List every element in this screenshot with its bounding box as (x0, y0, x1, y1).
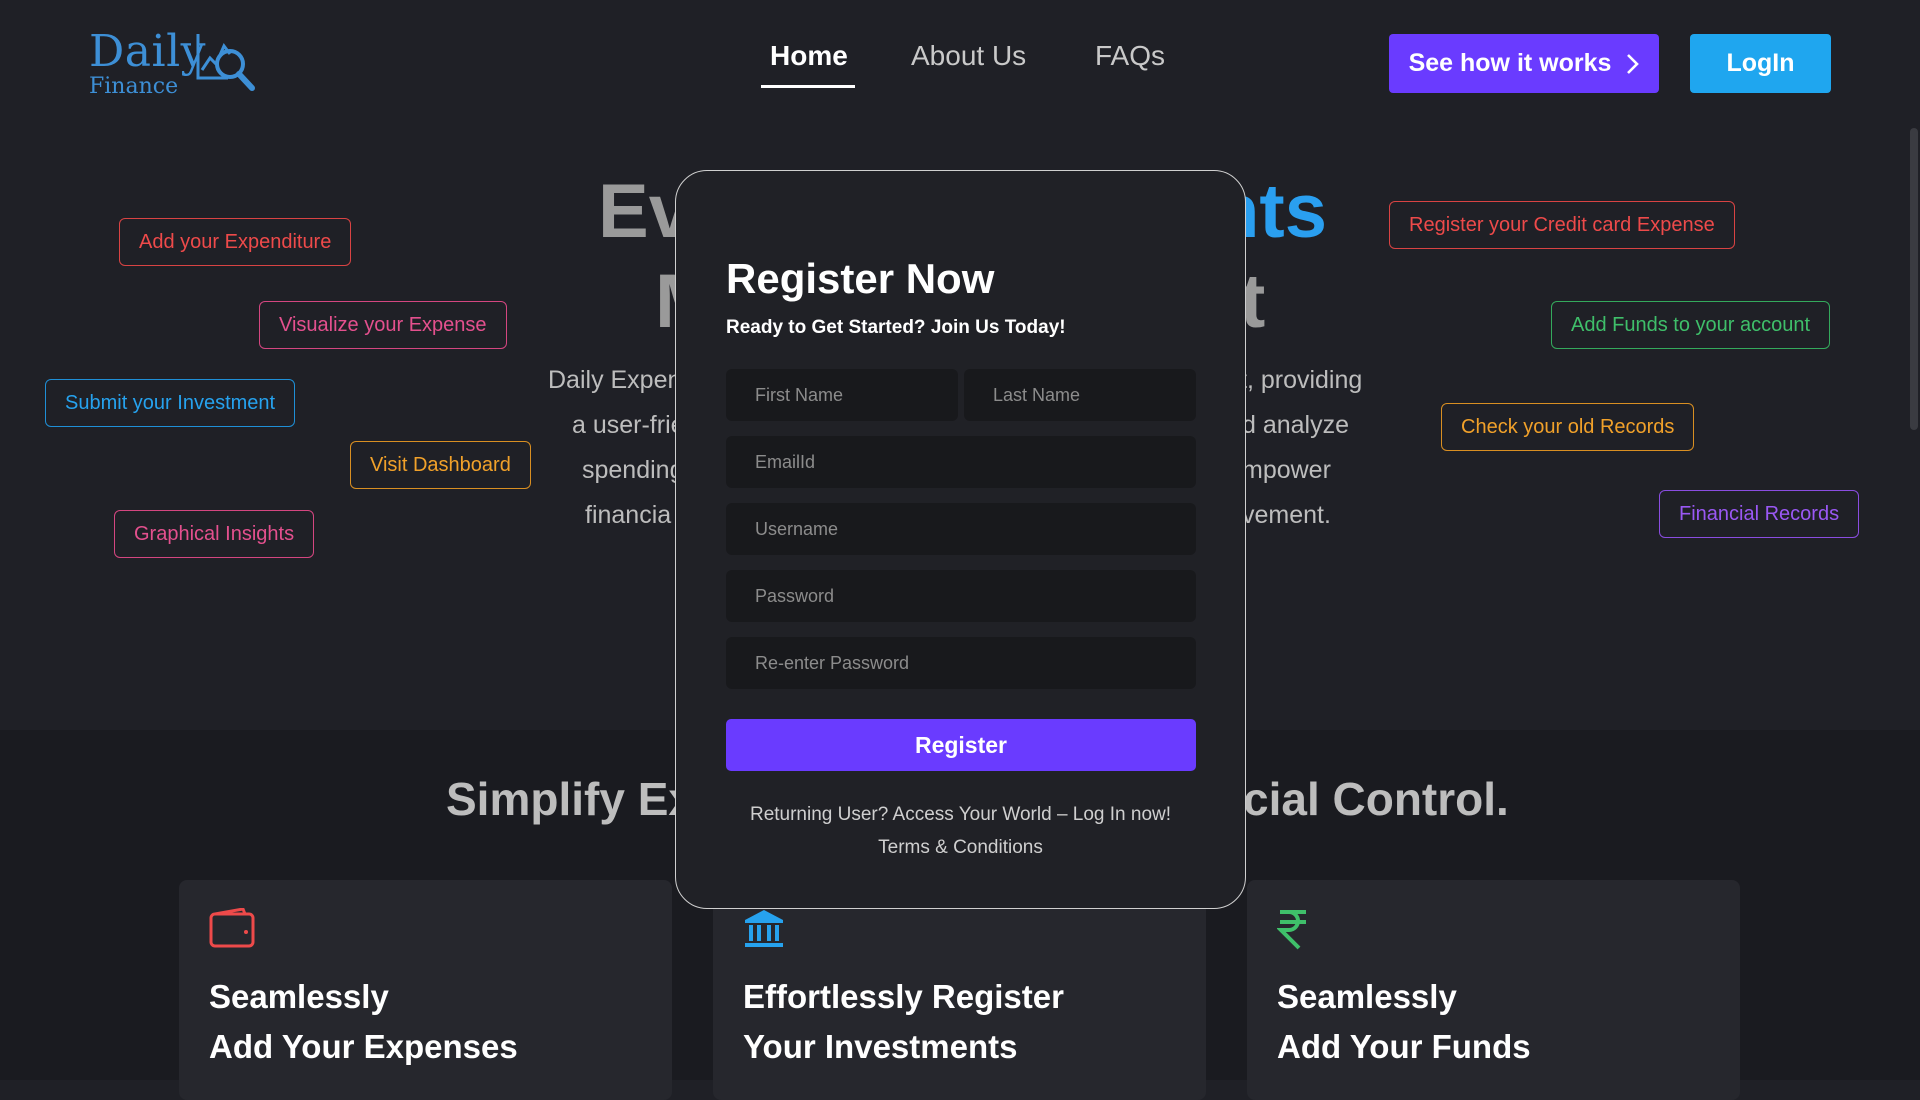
password-input[interactable] (726, 570, 1196, 622)
hero-desc-left-4: financia (585, 501, 672, 529)
reenter-password-input[interactable] (726, 637, 1196, 689)
tag-add-funds[interactable]: Add Funds to your account (1551, 301, 1831, 349)
register-modal-subtitle: Ready to Get Started? Join Us Today! (726, 317, 1066, 338)
register-button[interactable]: Register (726, 719, 1196, 771)
tag-graphical-insights[interactable]: Graphical Insights (114, 510, 315, 558)
brand-logo[interactable]: Daily Finance (88, 24, 278, 104)
brand-sub: Finance (89, 74, 179, 99)
see-how-label: See how it works (1408, 49, 1612, 77)
brand-name: Daily (89, 26, 207, 77)
nav-faqs[interactable]: FAQs (1095, 40, 1165, 72)
nav-about[interactable]: About Us (911, 40, 1026, 72)
nav-active-underline (761, 85, 855, 88)
see-how-it-works-button[interactable]: See how it works (1389, 34, 1659, 93)
wallet-icon (209, 908, 255, 948)
hero-desc-right-2: d analyze (1242, 411, 1350, 439)
tag-financial-records[interactable]: Financial Records (1659, 490, 1860, 538)
hero-desc-left-3: spending (582, 456, 684, 484)
login-link[interactable]: Returning User? Access Your World – Log … (676, 804, 1245, 826)
tag-register-credit-card[interactable]: Register your Credit card Expense (1389, 201, 1735, 249)
feature-card-expenses: Seamlessly Add Your Expenses (179, 880, 672, 1100)
card-expenses-line2: Add Your Expenses (209, 1028, 518, 1065)
card-funds-line1: Seamlessly (1277, 978, 1457, 1015)
hero-desc-right-4: vement. (1242, 501, 1331, 529)
tag-visit-dashboard[interactable]: Visit Dashboard (350, 441, 531, 489)
card-funds-line2: Add Your Funds (1277, 1028, 1531, 1065)
username-input[interactable] (726, 503, 1196, 555)
tag-submit-investment[interactable]: Submit your Investment (45, 379, 296, 427)
hero-desc-left-1: Daily Expen (548, 366, 682, 394)
nav-home[interactable]: Home (770, 40, 848, 72)
features-title-right: cial Control. (1243, 773, 1509, 825)
tag-add-expenditure[interactable]: Add your Expenditure (119, 218, 352, 266)
hero-desc-left-2: a user-frie (572, 411, 685, 439)
login-button[interactable]: LogIn (1690, 34, 1831, 93)
last-name-input[interactable] (964, 369, 1196, 421)
card-investments-line2: Your Investments (743, 1028, 1018, 1065)
hero-desc-right-3: mpower (1242, 456, 1331, 484)
register-modal-title: Register Now (726, 255, 995, 302)
terms-link[interactable]: Terms & Conditions (676, 837, 1245, 859)
tag-check-old-records[interactable]: Check your old Records (1441, 403, 1695, 451)
feature-card-funds: Seamlessly Add Your Funds (1247, 880, 1740, 1100)
feature-card-investments: Effortlessly Register Your Investments (713, 880, 1206, 1100)
first-name-input[interactable] (726, 369, 958, 421)
chevron-right-icon (1627, 53, 1640, 74)
card-expenses-line1: Seamlessly (209, 978, 389, 1015)
hero-desc-right-1: t, providing (1240, 366, 1363, 394)
email-input[interactable] (726, 436, 1196, 488)
page-scrollbar[interactable] (1910, 128, 1918, 430)
chart-magnifier-icon (196, 34, 255, 91)
register-modal: Register Now Ready to Get Started? Join … (675, 170, 1246, 909)
rupee-icon (1277, 910, 1306, 950)
tag-visualize-expense[interactable]: Visualize your Expense (259, 301, 507, 349)
bank-icon (745, 910, 783, 947)
card-investments-line1: Effortlessly Register (743, 978, 1064, 1015)
